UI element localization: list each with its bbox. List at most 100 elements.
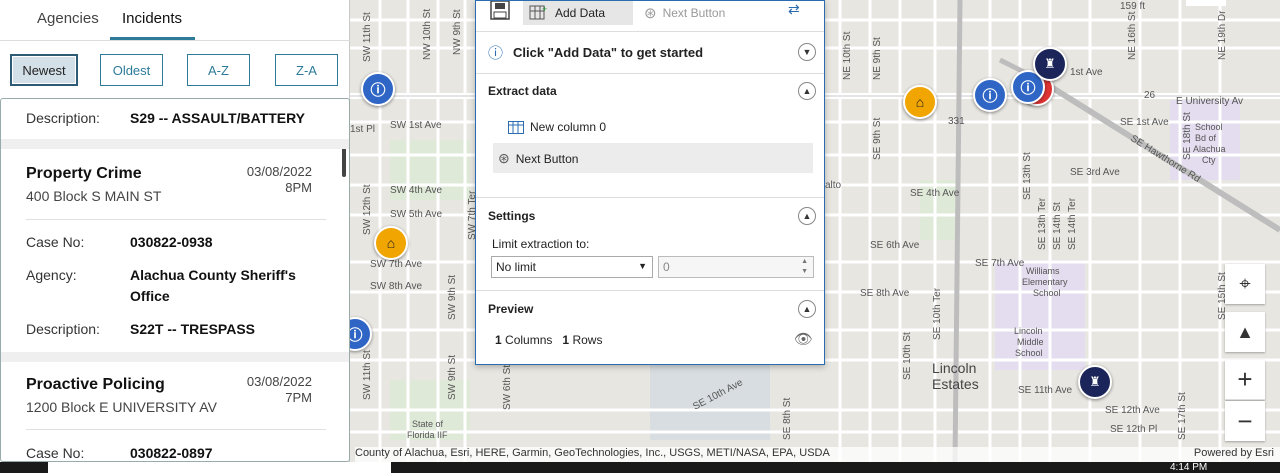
sort-newest-button[interactable]: Newest	[10, 54, 78, 86]
map-label: NW 10th St	[422, 9, 433, 60]
map-label: 26	[1144, 90, 1156, 101]
map-label: SE 14th St	[1052, 202, 1063, 250]
map-label: NE 9th St	[872, 37, 883, 80]
map-label: SW 9th St	[447, 275, 458, 320]
powered-by-esri[interactable]: Powered by Esri	[1194, 447, 1274, 459]
map-label: SE 4th Ave	[910, 188, 960, 199]
tab-incidents[interactable]: Incidents	[122, 10, 182, 27]
map-label: SE 9th St	[872, 118, 883, 160]
map-label: SW 9th St	[447, 355, 458, 400]
case-label: Case No:	[26, 445, 85, 461]
incident-marker-info[interactable]: ⓘ	[361, 72, 395, 106]
divider	[26, 219, 326, 220]
map-label: NE 16th St	[1127, 11, 1138, 60]
map-label: SE 17th St	[1177, 392, 1188, 440]
spinner-icon[interactable]: ▲ ▼	[801, 257, 808, 277]
settings-header: Settings	[488, 209, 536, 223]
map-label: Bd of	[1195, 133, 1217, 143]
map-label: School	[1015, 348, 1043, 358]
table-add-icon: +	[529, 4, 547, 20]
incident-marker-property[interactable]: ⌂	[903, 85, 937, 119]
map-label: 331	[948, 116, 965, 127]
map-label: SE 8th St	[782, 398, 793, 440]
incident-address: 400 Block S MAIN ST	[26, 188, 162, 204]
chevron-down-icon[interactable]: ▼	[798, 43, 816, 61]
case-value: 030822-0938	[130, 234, 213, 250]
map-label: SW 1st Ave	[390, 120, 442, 131]
map-label: School	[1033, 288, 1061, 298]
info-icon: ⓘ	[1020, 79, 1036, 97]
map-label: SW 4th Ave	[390, 185, 443, 196]
map-label: SW 11th St	[362, 12, 373, 62]
map-label: SW 6th St	[502, 365, 513, 410]
map-label: SE 13th St	[1022, 152, 1033, 200]
svg-text:+: +	[542, 4, 547, 14]
basemap-button[interactable]: ▲	[1225, 312, 1265, 352]
card-gap	[1, 139, 349, 149]
eye-icon[interactable]: 👁	[794, 330, 813, 348]
limit-label: Limit extraction to:	[492, 237, 590, 251]
map-label: SE 3rd Ave	[1070, 167, 1120, 178]
description-value: S22T -- TRESPASS	[130, 321, 255, 337]
sort-a-z-button[interactable]: A-Z	[187, 54, 250, 86]
agency-value: Alachua County Sheriff's Office	[130, 267, 296, 304]
limit-number-input[interactable]: 0 ▲ ▼	[658, 256, 814, 278]
info-icon: ⓘ	[488, 44, 504, 62]
save-icon[interactable]	[488, 0, 514, 23]
map-label: SE 12th Pl	[1110, 424, 1157, 435]
next-button-toolbar[interactable]: ⊛ Next Button	[644, 1, 725, 25]
taskbar-clock[interactable]: 4:14 PM	[1170, 462, 1207, 473]
map-label: SE 1st Ave	[1120, 117, 1169, 128]
incident-title: Property Crime	[26, 165, 142, 182]
layers-icon: ▲	[1236, 321, 1254, 342]
map-label: SE 10th St	[902, 332, 913, 380]
tab-agencies[interactable]: Agencies	[37, 10, 99, 27]
map-label: School	[1195, 122, 1223, 132]
incident-list[interactable]: Description: S29 -- ASSAULT/BATTERY Prop…	[0, 98, 350, 462]
case-label: Case No:	[26, 234, 85, 250]
map-label: SW 8th Ave	[370, 281, 423, 292]
map-label: NE 19th Dr	[1217, 10, 1228, 60]
case-value: 030822-0897	[130, 445, 213, 461]
map-label: 1st Pl	[350, 124, 375, 135]
refresh-connect-icon[interactable]: ⇄	[788, 1, 812, 21]
officer-icon: ♜	[1089, 374, 1101, 389]
chevron-up-icon[interactable]: ▲	[798, 207, 816, 225]
sort-oldest-button[interactable]: Oldest	[100, 54, 163, 86]
map-label: Elementary	[1022, 277, 1068, 287]
chevron-down-icon: ▼	[638, 261, 647, 271]
info-icon: ⓘ	[982, 87, 998, 105]
chevron-up-icon[interactable]: ▲	[798, 82, 816, 100]
incident-address: 1200 Block E UNIVERSITY AV	[26, 399, 217, 415]
incident-marker-policing[interactable]: ♜	[1078, 365, 1112, 399]
map-label: Cty	[1202, 155, 1216, 165]
map-label: 159 ft	[1120, 1, 1145, 12]
map-label: SE 13th Ter	[1037, 197, 1048, 250]
incident-marker-property[interactable]: ⌂	[374, 226, 408, 260]
taskbar-search[interactable]	[48, 462, 391, 473]
extraction-panel: + Add Data ⊛ Next Button ⇄ ⓘ Click "Add …	[475, 0, 825, 365]
zoom-in-button[interactable]: +	[1225, 360, 1265, 400]
incident-list-panel: Agencies Incidents Newest Oldest A-Z Z-A…	[0, 0, 350, 462]
info-icon: ⓘ	[370, 81, 386, 99]
limit-select[interactable]: No limit ▼	[491, 256, 653, 278]
locate-button[interactable]: ⌖	[1225, 264, 1265, 304]
map-label: SE 7th Ave	[975, 258, 1025, 269]
incident-marker-policing[interactable]: ♜	[1033, 47, 1067, 81]
officer-icon: ♜	[1044, 56, 1056, 71]
map-label: SE 8th Ave	[860, 288, 910, 299]
description-label: Description:	[26, 110, 100, 126]
plus-icon: +	[1237, 364, 1253, 394]
map-label: E University Av	[1176, 96, 1243, 107]
add-data-button[interactable]: + Add Data	[523, 1, 633, 25]
house-icon: ⌂	[386, 235, 396, 251]
preview-summary: 1 Columns 1 Rows	[495, 333, 603, 347]
incident-marker-info[interactable]: ⓘ	[973, 78, 1007, 112]
zoom-out-button[interactable]: −	[1225, 401, 1265, 441]
extract-item-next-button[interactable]: ⊛ Next Button	[498, 150, 578, 167]
sort-z-a-button[interactable]: Z-A	[275, 54, 338, 86]
extract-item-column[interactable]: New column 0	[508, 120, 606, 134]
chevron-up-icon[interactable]: ▲	[798, 300, 816, 318]
card-gap	[1, 352, 349, 362]
tab-bar: Agencies Incidents	[0, 0, 350, 41]
